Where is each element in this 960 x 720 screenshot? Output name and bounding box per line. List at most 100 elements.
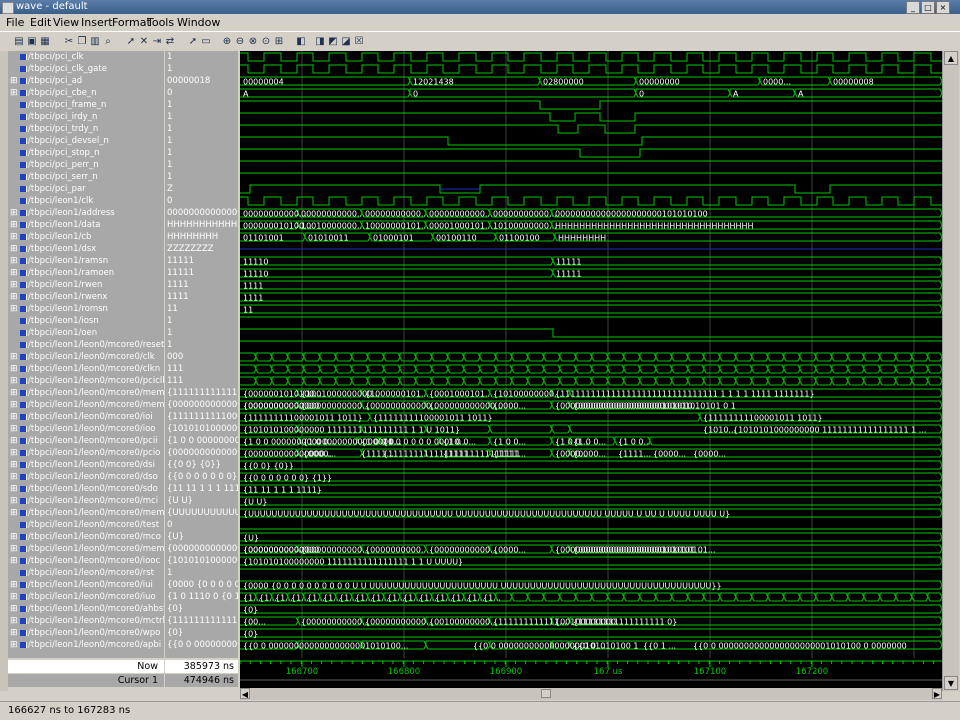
next-edge-icon[interactable]: ◨ [313, 35, 327, 48]
signal-row[interactable]: ⊞ /tbpci/leon1/leon0/mcore0/ioo [8, 423, 164, 435]
signal-row[interactable]: /tbpci/pci_perr_n [8, 159, 164, 171]
minimize-button[interactable]: _ [906, 1, 920, 14]
expand-icon[interactable]: ⊞ [10, 244, 19, 254]
select-icon[interactable]: ➚ [124, 35, 138, 48]
menu-tools[interactable]: Tools [147, 14, 174, 31]
signal-row[interactable]: /tbpci/leon1/leon0/mcore0/resetn [8, 339, 164, 351]
signal-row[interactable]: /tbpci/pci_stop_n [8, 147, 164, 159]
menu-file[interactable]: File [6, 14, 24, 31]
expand-icon[interactable]: ⊞ [10, 256, 19, 266]
signal-row[interactable]: ⊞ /tbpci/leon1/leon0/mcore0/mci [8, 495, 164, 507]
expand-icon[interactable]: ⊞ [10, 364, 19, 374]
expand-icon[interactable]: ⊞ [10, 436, 19, 446]
close-button[interactable]: × [936, 1, 950, 14]
expand-icon[interactable]: ⊞ [10, 76, 19, 86]
cursor-label[interactable]: Cursor 1 [8, 674, 164, 687]
expand-icon[interactable]: ⊞ [10, 208, 19, 218]
signal-row[interactable]: ⊞ /tbpci/leon1/leon0/mcore0/pcio [8, 447, 164, 459]
copy-icon[interactable]: ❐ [75, 35, 89, 48]
signal-row[interactable]: ⊞ /tbpci/leon1/leon0/mcore0/clk [8, 351, 164, 363]
signal-row[interactable]: ⊞ /tbpci/leon1/leon0/mcore0/pciclk [8, 375, 164, 387]
expand-icon[interactable]: ⊞ [10, 496, 19, 506]
signal-row[interactable]: ⊞ /tbpci/leon1/leon0/mcore0/mco [8, 531, 164, 543]
signal-row[interactable]: ⊞ /tbpci/leon1/leon0/mcore0/pcii [8, 435, 164, 447]
signal-row[interactable]: ⊞ /tbpci/leon1/ramoen [8, 267, 164, 279]
scroll-right-arrow-icon[interactable]: ▶ [932, 688, 942, 699]
signal-row[interactable]: ⊞ /tbpci/leon1/leon0/mcore0/memo [8, 399, 164, 411]
menu-window[interactable]: Window [177, 14, 220, 31]
expand-icon[interactable]: ⊞ [10, 400, 19, 410]
signal-row[interactable]: ⊞ /tbpci/leon1/rwenx [8, 291, 164, 303]
expand-icon[interactable]: ⊞ [10, 508, 19, 518]
expand-icon[interactable]: ⊞ [10, 232, 19, 242]
signal-row[interactable]: /tbpci/leon1/leon0/mcore0/rst [8, 567, 164, 579]
horizontal-scrollbar[interactable]: ◀ ▶ [240, 688, 942, 700]
scroll-down-arrow-icon[interactable]: ▼ [944, 676, 958, 690]
signal-row[interactable]: ⊞ /tbpci/leon1/leon0/mcore0/memco [8, 507, 164, 519]
signal-row[interactable]: ⊞ /tbpci/leon1/leon0/mcore0/iuo [8, 591, 164, 603]
signal-row[interactable]: ⊞ /tbpci/leon1/leon0/mcore0/ioi [8, 411, 164, 423]
scroll-left-arrow-icon[interactable]: ◀ [240, 688, 250, 699]
save-icon[interactable]: ▣ [25, 35, 39, 48]
expand-icon[interactable]: ⊞ [10, 556, 19, 566]
signal-row[interactable]: /tbpci/pci_par [8, 183, 164, 195]
signal-row[interactable]: ⊞ /tbpci/pci_cbe_n [8, 87, 164, 99]
signal-row[interactable]: /tbpci/pci_trdy_n [8, 123, 164, 135]
expand-icon[interactable]: ⊞ [10, 280, 19, 290]
signal-row[interactable]: /tbpci/leon1/clk [8, 195, 164, 207]
move-icon[interactable]: ⇄ [163, 35, 177, 48]
find-icon[interactable]: ⌕ [101, 35, 115, 48]
signal-row[interactable]: ⊞ /tbpci/leon1/leon0/mcore0/wpo [8, 627, 164, 639]
expand-icon[interactable]: ⊞ [10, 268, 19, 278]
signal-row[interactable]: ⊞ /tbpci/leon1/ramsn [8, 255, 164, 267]
signal-row[interactable]: ⊞ /tbpci/leon1/leon0/mcore0/clkn [8, 363, 164, 375]
scroll-up-arrow-icon[interactable]: ▲ [944, 51, 958, 65]
expand-icon[interactable]: ⊞ [10, 352, 19, 362]
cut-icon[interactable]: ✂ [62, 35, 76, 48]
signal-row[interactable]: ⊞ /tbpci/leon1/data [8, 219, 164, 231]
signal-row[interactable]: ⊞ /tbpci/leon1/dsx [8, 243, 164, 255]
signal-row[interactable]: ⊞ /tbpci/leon1/leon0/mcore0/ahbsto [8, 603, 164, 615]
signal-row[interactable]: ⊞ /tbpci/leon1/cb [8, 231, 164, 243]
expand-icon[interactable]: ⊞ [10, 388, 19, 398]
menu-format[interactable]: Format [112, 14, 151, 31]
signal-row[interactable]: /tbpci/pci_frame_n [8, 99, 164, 111]
expand-icon[interactable]: ⊞ [10, 616, 19, 626]
zoom-in-icon[interactable]: ⊕ [220, 35, 234, 48]
next-edge2-icon[interactable]: ◪ [339, 35, 353, 48]
zoom-full-icon[interactable]: ⊗ [246, 35, 260, 48]
menu-insert[interactable]: Insert [81, 14, 113, 31]
signal-row[interactable]: ⊞ /tbpci/leon1/leon0/mcore0/dsi [8, 459, 164, 471]
scroll-thumb[interactable] [541, 689, 551, 698]
pointer-icon[interactable]: ➚ [186, 35, 200, 48]
close-cursor-icon[interactable]: ☒ [352, 35, 366, 48]
signal-row[interactable]: ⊞ /tbpci/leon1/leon0/mcore0/mctrlo [8, 615, 164, 627]
maximize-button[interactable]: □ [921, 1, 935, 14]
delete-icon[interactable]: ✕ [137, 35, 151, 48]
signal-row[interactable]: /tbpci/leon1/oen [8, 327, 164, 339]
signal-row[interactable]: /tbpci/pci_clk_gate [8, 63, 164, 75]
signal-row[interactable]: /tbpci/pci_clk [8, 51, 164, 63]
prev-edge-icon[interactable]: ◧ [294, 35, 308, 48]
expand-icon[interactable]: ⊞ [10, 220, 19, 230]
signal-row[interactable]: ⊞ /tbpci/leon1/rwen [8, 279, 164, 291]
signal-row[interactable]: ⊞ /tbpci/leon1/leon0/mcore0/sdo [8, 483, 164, 495]
signal-row[interactable]: /tbpci/pci_devsel_n [8, 135, 164, 147]
signal-row[interactable]: ⊞ /tbpci/leon1/leon0/mcore0/iooc [8, 555, 164, 567]
add-cursor-icon[interactable]: ⊞ [272, 35, 286, 48]
waveform-pane[interactable]: 00000004 12021438 02800000 00000000 0000... 0… [240, 51, 942, 658]
expand-icon[interactable]: ⊞ [10, 448, 19, 458]
expand-icon[interactable]: ⊞ [10, 304, 19, 314]
signal-row[interactable]: ⊞ /tbpci/leon1/romsn [8, 303, 164, 315]
expand-icon[interactable]: ⊞ [10, 532, 19, 542]
expand-icon[interactable]: ⊞ [10, 628, 19, 638]
insert-icon[interactable]: ⇥ [150, 35, 164, 48]
signal-row[interactable]: ⊞ /tbpci/leon1/address [8, 207, 164, 219]
signal-row[interactable]: /tbpci/pci_serr_n [8, 171, 164, 183]
expand-icon[interactable]: ⊞ [10, 424, 19, 434]
expand-icon[interactable]: ⊞ [10, 88, 19, 98]
expand-icon[interactable]: ⊞ [10, 484, 19, 494]
expand-icon[interactable]: ⊞ [10, 544, 19, 554]
expand-icon[interactable]: ⊞ [10, 580, 19, 590]
signal-row[interactable]: ⊞ /tbpci/leon1/leon0/mcore0/memol [8, 543, 164, 555]
